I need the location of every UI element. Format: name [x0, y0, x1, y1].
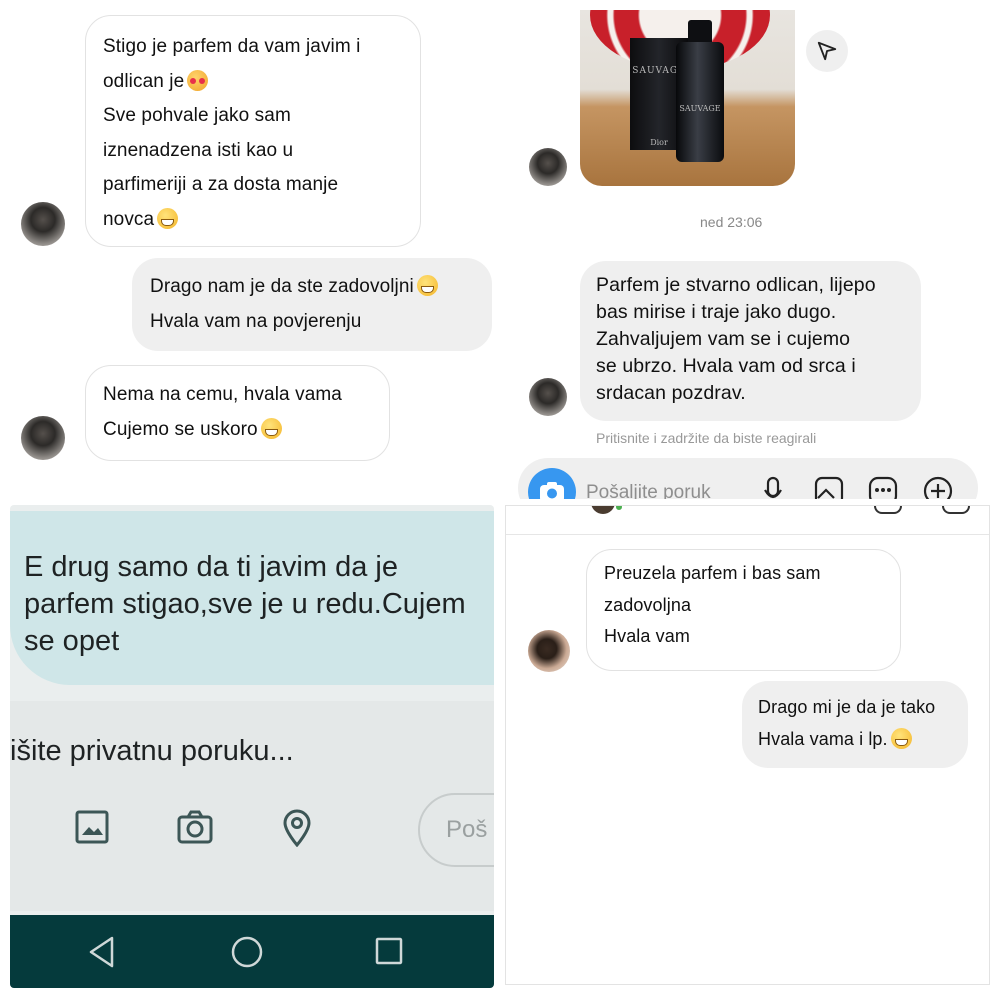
location-pin-icon[interactable]	[282, 809, 312, 847]
sender-avatar[interactable]	[21, 202, 65, 246]
info-icon[interactable]	[942, 506, 970, 514]
incoming-message-bubble[interactable]: Parfem je stvarno odlican, lijepo bas mi…	[580, 261, 921, 421]
message-composer[interactable]: Pošaljite poruk	[518, 458, 978, 499]
sender-avatar[interactable]	[21, 416, 65, 460]
message-line: bas mirise i traje jako dugo.	[596, 301, 837, 323]
message-input[interactable]: Pošaljite poruk	[586, 482, 711, 499]
add-icon[interactable]	[923, 476, 953, 499]
sms-panel: E drug samo da ti javim da je parfem sti…	[10, 505, 494, 988]
react-hint: Pritisnite i zadržite da biste reagirali	[596, 430, 817, 446]
chat-header-strip	[506, 506, 989, 535]
message-line: Drago mi je da je tako	[758, 697, 936, 717]
grinning-face-icon	[260, 417, 282, 439]
grinning-face-icon	[157, 207, 179, 229]
message-line: parfimeriji a za dosta manje	[103, 174, 339, 195]
android-nav-bar	[10, 915, 494, 988]
back-icon[interactable]	[86, 935, 118, 969]
sender-avatar[interactable]	[529, 148, 567, 186]
message-line: Nema na cemu, hvala vama	[103, 384, 342, 405]
outgoing-message-bubble[interactable]: Drago nam je da ste zadovoljni Hvala vam…	[132, 258, 492, 351]
message-line: odlican je	[103, 70, 185, 92]
message-line: Stigo je parfem da vam javim i	[103, 36, 361, 57]
incoming-sms-bubble[interactable]: E drug samo da ti javim da je parfem sti…	[10, 511, 494, 685]
incoming-message-bubble[interactable]: Nema na cemu, hvala vama Cujemo se uskor…	[85, 365, 390, 461]
microphone-icon[interactable]	[763, 476, 783, 499]
recents-icon[interactable]	[374, 935, 404, 969]
message-line: Cujemo se uskoro	[103, 418, 258, 440]
video-call-icon[interactable]	[874, 506, 902, 514]
camera-icon[interactable]	[176, 809, 214, 845]
sms-message-input[interactable]: išite privatnu poruku...	[10, 735, 294, 768]
perfume-photo[interactable]: SAUVAGE Dior SAUVAGE	[580, 10, 795, 186]
message-line: se ubrzo. Hvala vam od srca i	[596, 355, 856, 377]
message-line: Hvala vam	[604, 626, 690, 646]
image-icon[interactable]	[74, 809, 110, 845]
message-line: Hvala vam na povjerenju	[150, 310, 362, 332]
message-line: E drug samo da ti javim da je	[24, 551, 398, 583]
sender-avatar[interactable]	[529, 378, 567, 416]
header-avatar[interactable]	[591, 506, 615, 514]
perfume-bottle-image: SAUVAGE	[676, 42, 724, 162]
message-line: Zahvaljujem vam se i cujemo	[596, 328, 851, 350]
share-button[interactable]	[806, 30, 848, 72]
message-line: zadovoljna	[604, 594, 692, 615]
message-line: srdacan pozdrav.	[596, 382, 746, 404]
chat-panel-2: SAUVAGE Dior SAUVAGE ned 23:06 Parfem je…	[500, 0, 999, 499]
message-line: Drago nam je da ste zadovoljni	[150, 276, 414, 297]
chat-panel-1: Stigo je parfem da vam javim i odlican j…	[0, 0, 499, 499]
message-timestamp: ned 23:06	[700, 214, 763, 230]
grinning-face-icon	[416, 275, 438, 296]
sender-avatar[interactable]	[528, 630, 570, 672]
incoming-message-bubble[interactable]: Preuzela parfem i bas sam zadovoljna Hva…	[586, 549, 901, 671]
outgoing-message-bubble[interactable]: Drago mi je da je tako Hvala vama i lp.	[742, 681, 968, 768]
smiling-face-with-hearts-icon	[187, 69, 209, 91]
send-button[interactable]: Poš	[418, 793, 494, 867]
sms-input-area: išite privatnu poruku... Poš	[10, 701, 494, 911]
message-line: Sve pohvale jako sam	[103, 105, 291, 126]
message-line: se opet	[24, 625, 120, 657]
sticker-icon[interactable]	[868, 476, 898, 499]
message-line: novca	[103, 208, 155, 230]
camera-icon	[540, 482, 564, 499]
grinning-face-icon	[890, 728, 912, 749]
home-icon[interactable]	[230, 935, 264, 969]
gallery-icon[interactable]	[814, 476, 844, 499]
camera-button[interactable]	[528, 468, 576, 499]
chat-panel-4: Preuzela parfem i bas sam zadovoljna Hva…	[505, 505, 990, 985]
incoming-message-bubble[interactable]: Stigo je parfem da vam javim i odlican j…	[85, 15, 421, 247]
bottle-brand-label: SAUVAGE	[679, 104, 721, 113]
online-dot-icon	[616, 506, 622, 510]
message-line: Preuzela parfem i bas sam	[604, 563, 821, 583]
send-arrow-icon	[817, 41, 837, 61]
message-line: Parfem je stvarno odlican, lijepo	[596, 274, 876, 296]
message-line: Hvala vama i lp.	[758, 729, 888, 749]
message-line: parfem stigao,sve je u redu.Cujem	[24, 588, 466, 620]
message-line: iznenadzena isti kao u	[103, 139, 294, 161]
